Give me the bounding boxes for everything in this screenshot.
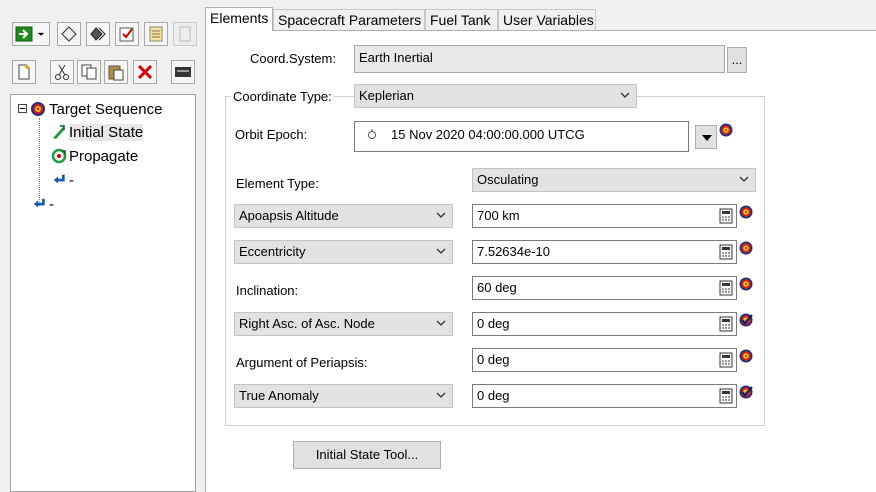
element-2-type-select[interactable]: Eccentricity xyxy=(234,240,453,264)
propagate-icon xyxy=(51,148,67,164)
chevron-down-icon xyxy=(436,248,446,254)
tool-button-4[interactable] xyxy=(115,22,139,46)
tree-item-return-outer[interactable]: - xyxy=(49,196,54,213)
element-4-value-field[interactable]: 0 deg xyxy=(472,312,737,336)
clock-icon xyxy=(368,129,376,139)
element-5-value: 0 deg xyxy=(477,352,510,367)
tool-button-3[interactable] xyxy=(86,22,110,46)
cut-button[interactable] xyxy=(50,60,74,84)
coordinate-type-select[interactable]: Keplerian xyxy=(354,84,637,108)
delete-button[interactable] xyxy=(133,60,157,84)
scissors-icon xyxy=(55,64,69,80)
tab-spacecraft-parameters[interactable]: Spacecraft Parameters xyxy=(273,9,425,30)
element-2-label: Eccentricity xyxy=(239,244,306,259)
chevron-down-icon xyxy=(620,92,630,98)
notes-icon xyxy=(149,26,163,42)
tool-button-5[interactable] xyxy=(144,22,168,46)
element-4-type-select[interactable]: Right Asc. of Asc. Node xyxy=(234,312,453,336)
calculator-icon[interactable] xyxy=(719,244,733,260)
chevron-down-icon xyxy=(436,392,446,398)
element-1-value: 700 km xyxy=(477,208,520,223)
calculator-icon[interactable] xyxy=(719,208,733,224)
tool-button-2[interactable] xyxy=(57,22,81,46)
tab-fuel-tank[interactable]: Fuel Tank xyxy=(425,9,498,30)
return-arrow-icon xyxy=(33,198,45,208)
orbit-epoch-value: 15 Nov 2020 04:00:00.000 UTCG xyxy=(391,127,585,142)
element-4-label: Right Asc. of Asc. Node xyxy=(239,316,375,331)
diamond-icon xyxy=(61,26,77,42)
target-checked-icon[interactable] xyxy=(739,313,753,327)
calculator-icon[interactable] xyxy=(719,316,733,332)
target-icon[interactable] xyxy=(739,205,753,219)
chevron-down-icon xyxy=(37,32,45,36)
element-2-value-field[interactable]: 7.52634e-10 xyxy=(472,240,737,264)
element-type-label: Element Type: xyxy=(236,176,319,191)
mission-tree-panel: Target Sequence Initial State Propagate … xyxy=(10,94,196,492)
element-type-value: Osculating xyxy=(477,172,539,187)
new-button[interactable] xyxy=(12,60,36,84)
hcs-icon xyxy=(175,67,191,77)
element-3-value: 60 deg xyxy=(477,280,517,295)
run-arrow-icon xyxy=(15,26,33,42)
element-1-type-select[interactable]: Apoapsis Altitude xyxy=(234,204,453,228)
tree-item-return-inner[interactable]: - xyxy=(69,172,74,189)
target-icon[interactable] xyxy=(739,277,753,291)
calculator-icon[interactable] xyxy=(719,280,733,296)
target-sequence-icon xyxy=(31,102,45,116)
new-document-icon xyxy=(18,64,30,80)
chevron-down-icon xyxy=(702,135,712,141)
paste-button[interactable] xyxy=(104,60,128,84)
copy-button[interactable] xyxy=(77,60,101,84)
initial-state-icon xyxy=(53,125,65,139)
target-icon[interactable] xyxy=(739,349,753,363)
coordinate-type-label: Coordinate Type: xyxy=(231,89,334,104)
calculator-icon[interactable] xyxy=(719,352,733,368)
checklist-icon xyxy=(119,27,134,42)
element-6-value: 0 deg xyxy=(477,388,510,403)
orbit-epoch-label: Orbit Epoch: xyxy=(235,127,308,142)
document-icon xyxy=(179,26,191,42)
element-3-value-field[interactable]: 60 deg xyxy=(472,276,737,300)
element-3-label: Inclination: xyxy=(236,283,299,298)
element-1-label: Apoapsis Altitude xyxy=(239,208,339,223)
run-dropdown-button[interactable] xyxy=(12,22,50,46)
element-type-select[interactable]: Osculating xyxy=(472,168,756,192)
target-icon[interactable] xyxy=(739,241,753,255)
tree-item-target-sequence[interactable]: Target Sequence xyxy=(49,101,162,118)
element-6-label: True Anomaly xyxy=(239,388,319,403)
multi-diamond-icon xyxy=(90,27,106,41)
element-6-type-select[interactable]: True Anomaly xyxy=(234,384,453,408)
tree-collapse-icon[interactable] xyxy=(18,104,27,113)
element-2-value: 7.52634e-10 xyxy=(477,244,551,259)
tab-elements[interactable]: Elements xyxy=(205,7,273,31)
tree-item-initial-state[interactable]: Initial State xyxy=(69,124,144,141)
element-4-value: 0 deg xyxy=(477,316,510,331)
tool-button-6-disabled xyxy=(173,22,197,46)
tab-user-variables[interactable]: User Variables xyxy=(498,9,596,30)
delete-x-icon xyxy=(137,64,153,80)
coord-system-field: Earth Inertial xyxy=(354,45,725,73)
coord-system-label: Coord.System: xyxy=(250,51,336,66)
initial-state-tool-button[interactable]: Initial State Tool... xyxy=(293,441,441,469)
tool-button-hcs[interactable] xyxy=(171,60,195,84)
element-6-value-field[interactable]: 0 deg xyxy=(472,384,737,408)
orbit-epoch-field[interactable]: 15 Nov 2020 04:00:00.000 UTCG xyxy=(354,121,689,152)
element-5-label: Argument of Periapsis: xyxy=(236,355,368,370)
chevron-down-icon xyxy=(436,320,446,326)
chevron-down-icon xyxy=(436,212,446,218)
copy-icon xyxy=(81,64,97,80)
element-1-value-field[interactable]: 700 km xyxy=(472,204,737,228)
target-icon[interactable] xyxy=(719,123,733,137)
coordinate-type-value: Keplerian xyxy=(359,88,414,103)
calculator-icon[interactable] xyxy=(719,388,733,404)
coord-system-browse-button[interactable]: ... xyxy=(727,47,747,73)
paste-icon xyxy=(108,65,124,81)
return-arrow-icon xyxy=(53,174,65,184)
tree-line xyxy=(39,118,40,206)
element-5-value-field[interactable]: 0 deg xyxy=(472,348,737,372)
tree-item-propagate[interactable]: Propagate xyxy=(69,148,138,165)
orbit-epoch-dropdown-button[interactable] xyxy=(695,125,717,149)
target-checked-icon[interactable] xyxy=(739,385,753,399)
chevron-down-icon xyxy=(739,176,749,182)
